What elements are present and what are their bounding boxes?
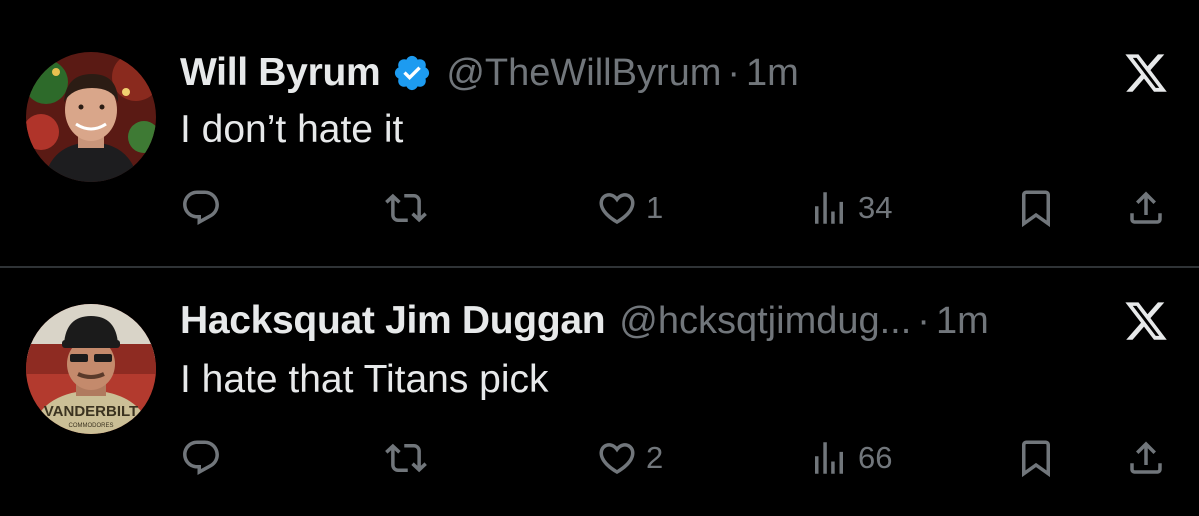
separator-dot: · — [917, 299, 930, 342]
bookmark-button[interactable] — [1015, 183, 1057, 233]
bookmark-icon — [1022, 190, 1050, 228]
tweet-card[interactable]: VANDERBILT COMMODORES Hacksquat Jim Dugg… — [0, 268, 1199, 516]
retweet-icon — [385, 193, 427, 223]
like-count: 2 — [646, 440, 664, 475]
tweet-header: Hacksquat Jim Duggan @hcksqtjimdug... · … — [180, 298, 989, 344]
reply-button[interactable] — [180, 183, 222, 233]
views-icon — [815, 192, 843, 224]
avatar-shirt-subtext: COMMODORES — [69, 423, 114, 429]
action-bar: 1 34 — [180, 183, 1170, 233]
handle[interactable]: @TheWillByrum — [446, 52, 721, 95]
tweet-header: Will Byrum @TheWillByrum · 1m — [180, 50, 799, 96]
share-icon — [1130, 191, 1162, 224]
handle[interactable]: @hcksqtjimdug... — [619, 300, 911, 343]
tweet-text: I don’t hate it — [180, 108, 404, 151]
like-button[interactable]: 2 — [596, 433, 663, 483]
avatar[interactable] — [26, 52, 156, 182]
reply-icon — [183, 190, 219, 225]
retweet-icon — [385, 443, 427, 473]
like-count: 1 — [646, 190, 664, 225]
tweet-card[interactable]: Will Byrum @TheWillByrum · 1m I don’t ha… — [0, 0, 1199, 266]
view-count: 34 — [858, 190, 893, 225]
view-count: 66 — [858, 440, 893, 475]
views-icon — [815, 442, 843, 474]
timestamp[interactable]: 1m — [936, 300, 989, 343]
views-button[interactable]: 66 — [808, 433, 892, 483]
retweet-button[interactable] — [385, 183, 427, 233]
avatar-shirt-text: VANDERBILT — [44, 403, 138, 420]
x-logo-icon — [1123, 298, 1169, 344]
display-name[interactable]: Hacksquat Jim Duggan — [180, 299, 606, 343]
reply-button[interactable] — [180, 433, 222, 483]
display-name[interactable]: Will Byrum — [180, 51, 381, 95]
verified-badge-icon — [392, 53, 432, 93]
like-button[interactable]: 1 — [596, 183, 663, 233]
bookmark-button[interactable] — [1015, 433, 1057, 483]
action-bar: 2 66 — [180, 433, 1170, 483]
bookmark-icon — [1022, 440, 1050, 478]
separator-dot: · — [727, 51, 741, 94]
retweet-button[interactable] — [385, 433, 427, 483]
like-icon — [599, 193, 635, 225]
like-icon — [599, 443, 635, 475]
share-button[interactable] — [1125, 433, 1167, 483]
x-logo-icon — [1123, 50, 1169, 96]
share-button[interactable] — [1125, 183, 1167, 233]
tweet-text: I hate that Titans pick — [180, 358, 549, 401]
share-icon — [1130, 441, 1162, 474]
timestamp[interactable]: 1m — [746, 52, 799, 95]
reply-icon — [183, 440, 219, 475]
avatar[interactable]: VANDERBILT COMMODORES — [26, 304, 156, 434]
views-button[interactable]: 34 — [808, 183, 892, 233]
